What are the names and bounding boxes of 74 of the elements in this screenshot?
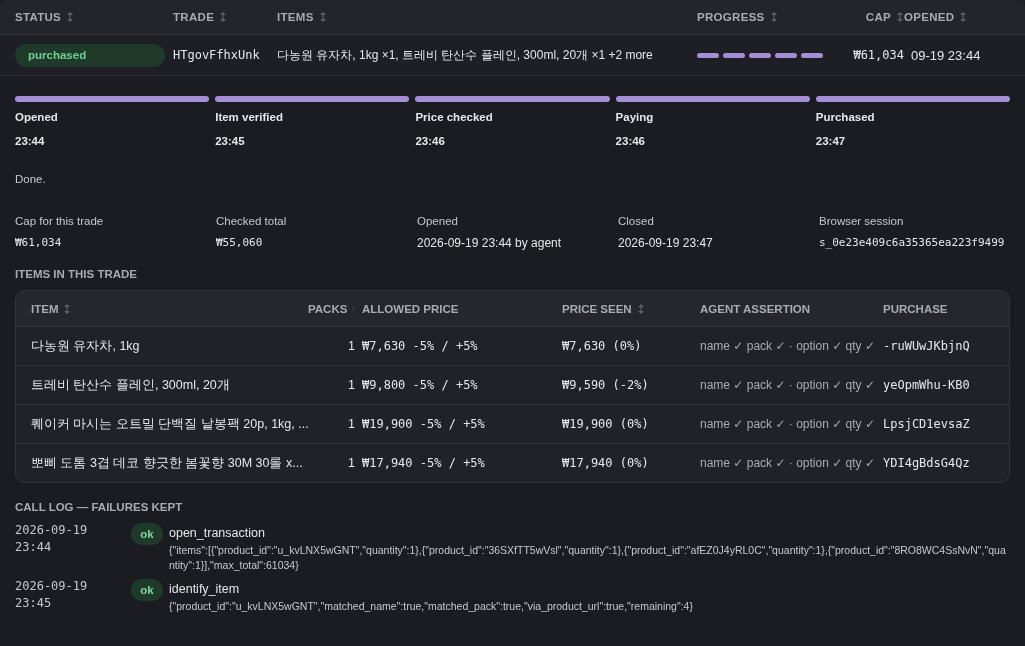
packs-count: 1 [347, 456, 355, 470]
column-header[interactable]: CAP [865, 11, 891, 23]
purchase-id: LpsjCD1evsaZ [882, 417, 971, 431]
step-label: Purchased [815, 111, 876, 123]
column-header[interactable]: AGENT ASSERTION [700, 302, 811, 315]
price-seen: ₩19,900 (0%) [561, 417, 650, 431]
price-seen: ₩17,940 (0%) [561, 456, 650, 470]
column-header[interactable]: ITEM [31, 302, 59, 315]
purchase-id: -ruWUwJKbjnQ [882, 339, 971, 353]
item-name: 퀘이커 마시는 오트밀 단백질 낱봉팩 20p, 1kg, ... [31, 415, 308, 433]
agent-assertion: name ✓ pack ✓ · option ✓ qty ✓ [699, 378, 876, 392]
log-time: 23:44 [15, 540, 53, 554]
column-header[interactable]: PROGRESS [697, 11, 765, 23]
call-name: identify_item [169, 582, 241, 596]
fact-label: Cap for this trade [15, 215, 105, 227]
fact-label: Closed [618, 215, 655, 227]
fact-value: ₩61,034 [15, 236, 63, 249]
purchase-id: YDI4gBdsG4Qz [882, 456, 971, 470]
call-name: open_transaction [169, 526, 266, 540]
agent-assertion: name ✓ pack ✓ · option ✓ qty ✓ [699, 417, 876, 431]
step-time: 23:47 [815, 135, 847, 147]
call-arguments: {"product_id":"u_kvLNX5wGNT","matched_name":true,"matched_pack":true,"via_product_url":true,"remaining":4} [169, 599, 694, 614]
log-date: 2026-09-19 [15, 523, 89, 537]
status-message: Done. [15, 173, 47, 185]
result-badge: ok [131, 523, 163, 545]
call-arguments: {"items":[{"product_id":"u_kvLNX5wGNT","quantity":1},{"product_id":"36SXfTT5wVsl","quantity":1},{"product_id":"afEZ0J4yRL0C","quantity":1},{"product_id":"8RO8WC4SsNvN","quantity":1}],"max_total":61034} [169, 543, 1007, 573]
column-header[interactable]: OPENED [904, 11, 955, 23]
step-time: 23:46 [415, 135, 446, 147]
fact-value: 2026-09-19 23:47 [618, 236, 714, 250]
section-heading: CALL LOG — FAILURES KEPT [15, 501, 184, 513]
trade-id: HTgovFfhxUnk [173, 48, 261, 62]
agent-assertion: name ✓ pack ✓ · option ✓ qty ✓ [699, 339, 876, 353]
item-name: 다농원 유자차, 1kg [31, 337, 141, 355]
column-header[interactable]: TRADE [173, 11, 215, 23]
step-time: 23:44 [15, 135, 46, 147]
fact-value: 2026-09-19 23:44 by agent [417, 236, 563, 250]
column-header[interactable]: PURCHASE [883, 302, 948, 315]
log-time: 23:45 [15, 596, 53, 610]
item-name: 뽀삐 도톰 3겹 데코 향긋한 봄꽃향 30M 30롤 x... [31, 454, 304, 472]
fact-label: Checked total [216, 215, 288, 227]
packs-count: 1 [347, 417, 355, 431]
allowed-price: ₩19,900 -5% / +5% [361, 417, 486, 431]
result-badge: ok [131, 579, 163, 601]
section-heading: ITEMS IN THIS TRADE [15, 268, 139, 280]
allowed-price: ₩17,940 -5% / +5% [361, 456, 486, 470]
column-header[interactable]: PACKS [308, 302, 348, 315]
log-date: 2026-09-19 [15, 579, 89, 593]
purchase-id: yeOpmWhu-KB0 [882, 378, 971, 392]
step-label: Price checked [415, 111, 494, 123]
step-label: Opened [15, 111, 59, 123]
price-seen: ₩9,590 (-2%) [561, 378, 650, 392]
column-header[interactable]: STATUS [15, 11, 62, 23]
items-summary: 다농원 유자차, 1kg ×1, 트레비 탄산수 플레인, 300ml, 20개 ×1 +2 more [277, 47, 654, 64]
fact-label: Opened [417, 215, 459, 227]
agent-assertion: name ✓ pack ✓ · option ✓ qty ✓ [699, 456, 876, 470]
column-header[interactable]: ITEMS [277, 11, 314, 23]
step-label: Item verified [215, 111, 284, 123]
packs-count: 1 [347, 378, 355, 392]
allowed-price: ₩9,800 -5% / +5% [361, 378, 479, 392]
item-name: 트레비 탄산수 플레인, 300ml, 20개 [31, 376, 231, 394]
price-seen: ₩7,630 (0%) [561, 339, 643, 353]
status-badge: purchased [15, 43, 165, 67]
step-time: 23:45 [215, 135, 246, 147]
cap-amount: ₩61,034 [852, 48, 904, 62]
fact-label: Browser session [819, 215, 905, 227]
step-time: 23:46 [615, 135, 646, 147]
fact-value: ₩55,060 [216, 236, 264, 249]
column-header[interactable]: ALLOWED PRICE [362, 302, 459, 315]
fact-value: s_0e23e409c6a35365ea223f9499 [819, 236, 1006, 249]
opened-time: 09-19 23:44 [910, 47, 982, 63]
step-label: Paying [615, 111, 655, 123]
column-header[interactable]: PRICE SEEN [562, 302, 632, 315]
packs-count: 1 [347, 339, 355, 353]
allowed-price: ₩7,630 -5% / +5% [361, 339, 479, 353]
